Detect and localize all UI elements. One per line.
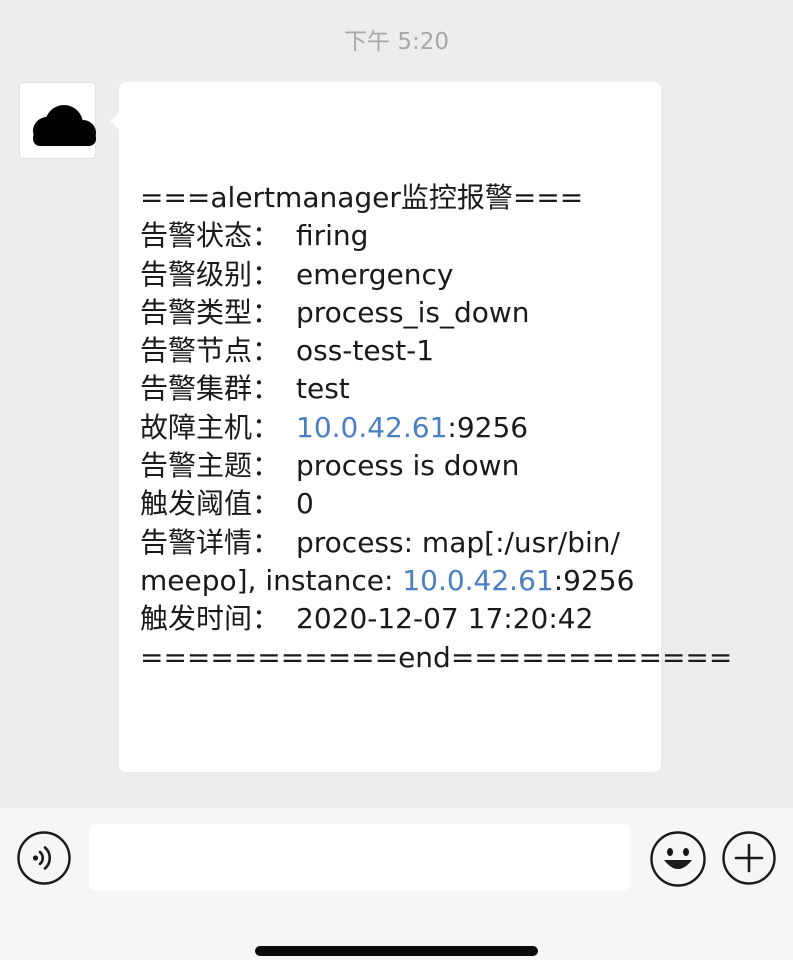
chat-area: 下午 5:20 ===alertmanager监控报警=== 告警状态： firi… (0, 0, 793, 808)
voice-button[interactable] (17, 831, 71, 885)
field-value: process is down (296, 449, 520, 483)
alert-footer: ===========end============ (140, 640, 733, 674)
more-button[interactable] (722, 831, 776, 885)
field-label: 告警级别： (140, 257, 281, 291)
emoji-button[interactable] (650, 831, 706, 887)
alert-field-details: 告警详情： process: map[:/usr/bin/ (140, 524, 640, 562)
field-value: 2020-12-07 17:20:42 (296, 602, 594, 636)
alert-field-node: 告警节点： oss-test-1 (140, 332, 640, 370)
field-value: test (296, 372, 350, 406)
alert-field-host: 故障主机： 10.0.42.61:9256 (140, 409, 640, 447)
alert-field-status: 告警状态： firing (140, 217, 640, 255)
instance-ip-link[interactable]: 10.0.42.61 (402, 564, 553, 597)
voice-icon (17, 831, 71, 885)
field-value: 0 (296, 487, 314, 521)
alert-field-trigger-time: 触发时间： 2020-12-07 17:20:42 (140, 600, 640, 638)
field-value: emergency (296, 257, 454, 291)
host-port: :9256 (447, 410, 529, 444)
cloud-icon (33, 105, 96, 146)
input-bar (0, 808, 793, 960)
field-label: 故障主机： (140, 410, 281, 444)
details-value-line2: meepo], instance: (140, 563, 403, 597)
alert-field-type: 告警类型： process_is_down (140, 294, 640, 332)
field-label: 告警主题： (140, 449, 281, 483)
instance-port: :9256 (553, 563, 635, 597)
bubble-tail (110, 112, 120, 130)
message-bubble[interactable]: ===alertmanager监控报警=== 告警状态： firing 告警级别：… (110, 82, 733, 772)
field-label: 触发阈值： (140, 487, 281, 521)
host-ip-link[interactable]: 10.0.42.61 (296, 411, 447, 444)
avatar[interactable] (19, 82, 96, 159)
field-label: 告警节点： (140, 334, 281, 368)
alert-field-threshold: 触发阈值： 0 (140, 485, 640, 523)
alert-field-details-cont: meepo], instance: 10.0.42.61:9256 (140, 562, 640, 600)
alert-message: ===alertmanager监控报警=== 告警状态： firing 告警级别：… (140, 179, 733, 677)
field-label: 告警集群： (140, 372, 281, 406)
details-value-line1: process: map[:/usr/bin/ (296, 525, 620, 559)
alert-field-level: 告警级别： emergency (140, 256, 640, 294)
home-indicator[interactable] (255, 946, 538, 956)
plus-icon (722, 831, 776, 885)
emoji-icon (650, 831, 706, 887)
field-value: process_is_down (296, 295, 530, 329)
field-label: 告警状态： (140, 219, 281, 253)
field-label: 告警类型： (140, 295, 281, 329)
field-label: 触发时间： (140, 602, 281, 636)
field-label: 告警详情： (140, 525, 281, 559)
field-value: oss-test-1 (296, 334, 435, 368)
message-input[interactable] (89, 824, 630, 891)
alert-header: ===alertmanager监控报警=== (140, 181, 584, 214)
field-value: firing (296, 219, 369, 253)
alert-field-subject: 告警主题： process is down (140, 447, 640, 485)
message-timestamp: 下午 5:20 (344, 29, 449, 55)
alert-field-cluster: 告警集群： test (140, 370, 640, 408)
